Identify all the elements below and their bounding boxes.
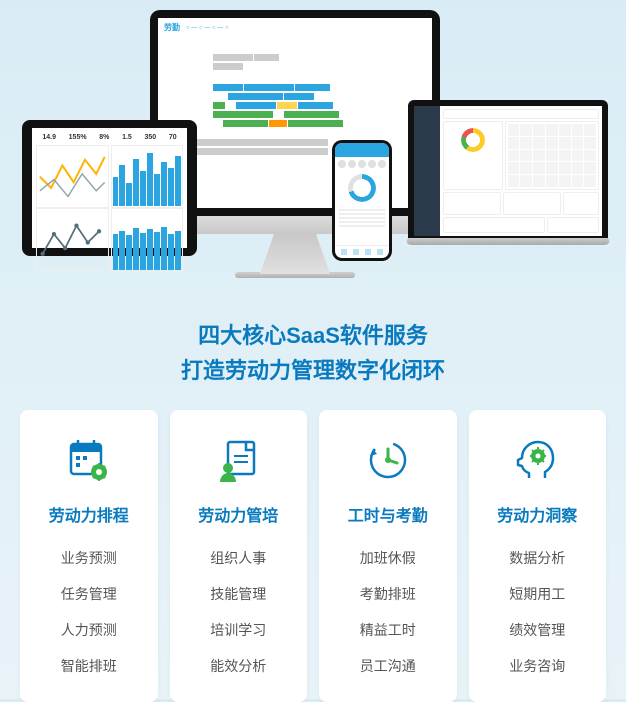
- card-items: 组织人事 技能管理 培训学习 能效分析: [176, 540, 302, 684]
- card-item: 员工沟通: [325, 648, 451, 684]
- card-item: 考勤排班: [325, 576, 451, 612]
- card-items: 数据分析 短期用工 绩效管理 业务咨询: [475, 540, 601, 684]
- card-item: 业务咨询: [475, 648, 601, 684]
- card-item: 精益工时: [325, 612, 451, 648]
- card-title: 工时与考勤: [325, 502, 451, 526]
- app-logo: 劳勤: [164, 22, 180, 33]
- card-item: 加班休假: [325, 540, 451, 576]
- calendar-gear-icon: [61, 432, 117, 488]
- card-item: 业务预测: [26, 540, 152, 576]
- card-attendance: 工时与考勤 加班休假 考勤排班 精益工时 员工沟通: [319, 410, 457, 702]
- card-items: 业务预测 任务管理 人力预测 智能排班: [26, 540, 152, 684]
- scatter-chart: [36, 208, 109, 271]
- phone-device: [332, 140, 392, 261]
- card-insight: 劳动力洞察 数据分析 短期用工 绩效管理 业务咨询: [469, 410, 607, 702]
- card-title: 劳动力洞察: [475, 502, 601, 526]
- card-item: 短期用工: [475, 576, 601, 612]
- donut-chart: [443, 121, 503, 190]
- progress-ring: [348, 174, 376, 202]
- card-item: 组织人事: [176, 540, 302, 576]
- card-item: 智能排班: [26, 648, 152, 684]
- clock-arrow-icon: [360, 432, 416, 488]
- tablet-device: 14.9 155% 8% 1.5 350 70: [22, 120, 197, 256]
- headline-line2: 打造劳动力管理数字化闭环: [0, 353, 626, 388]
- kpi-row: 14.9 155% 8% 1.5 350 70: [36, 132, 183, 145]
- bar-chart-mini: [111, 145, 184, 208]
- laptop-device: [408, 100, 608, 246]
- headline-line1: 四大核心SaaS软件服务: [0, 318, 626, 353]
- card-scheduling: 劳动力排程 业务预测 任务管理 人力预测 智能排班: [20, 410, 158, 702]
- phone-screen: [335, 143, 389, 258]
- card-item: 人力预测: [26, 612, 152, 648]
- column-chart: [111, 208, 184, 271]
- card-items: 加班休假 考勤排班 精益工时 员工沟通: [325, 540, 451, 684]
- tablet-screen: 14.9 155% 8% 1.5 350 70: [32, 128, 187, 248]
- card-item: 数据分析: [475, 540, 601, 576]
- card-item: 培训学习: [176, 612, 302, 648]
- calendar-widget: [505, 121, 599, 190]
- headline: 四大核心SaaS软件服务 打造劳动力管理数字化闭环: [0, 318, 626, 388]
- card-item: 绩效管理: [475, 612, 601, 648]
- card-title: 劳动力管培: [176, 502, 302, 526]
- device-cluster: 劳勤 ○ — ○ — ○ — ○: [0, 0, 626, 300]
- feature-cards: 劳动力排程 业务预测 任务管理 人力预测 智能排班 劳动力管培 组织人事 技能管…: [0, 388, 626, 702]
- card-title: 劳动力排程: [26, 502, 152, 526]
- person-doc-icon: [210, 432, 266, 488]
- card-item: 任务管理: [26, 576, 152, 612]
- laptop-screen: [414, 106, 602, 236]
- card-item: 能效分析: [176, 648, 302, 684]
- card-training: 劳动力管培 组织人事 技能管理 培训学习 能效分析: [170, 410, 308, 702]
- head-gear-icon: [509, 432, 565, 488]
- card-item: 技能管理: [176, 576, 302, 612]
- line-chart: [36, 145, 109, 208]
